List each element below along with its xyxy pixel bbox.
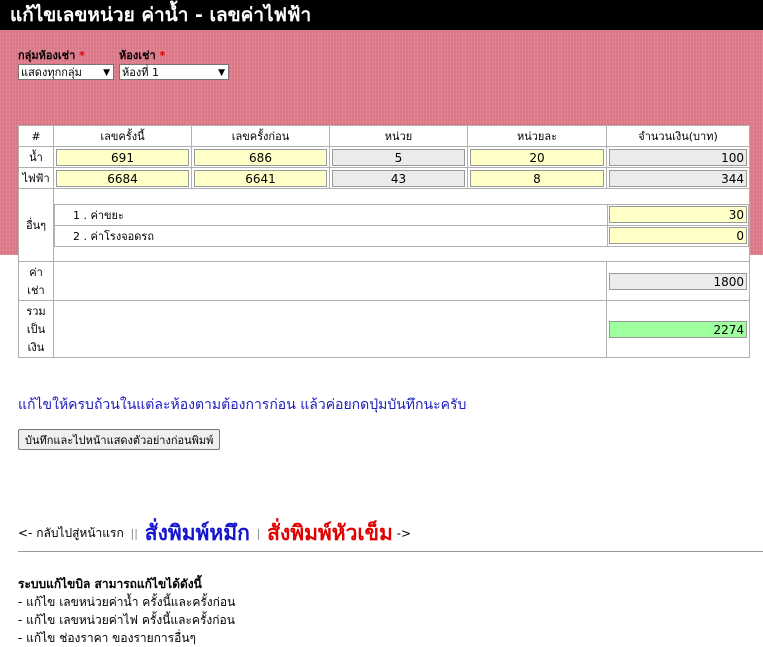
electric-current-input[interactable]: 6684 [56, 169, 189, 187]
header-number: # [18, 125, 54, 147]
room-select[interactable]: ห้องที่ 1 ▼ [119, 64, 229, 80]
header-amount: จำนวนเงิน(บาท) [606, 125, 750, 147]
electric-label: ไฟฟ้า [18, 167, 54, 189]
other-row: อื่นๆ 1 . ค่าขยะ 30 2 . ค่าโรงจอดรถ 0 [18, 188, 750, 262]
header-units: หน่วย [329, 125, 468, 147]
group-label: กลุ่มห้องเช่า * [18, 46, 85, 64]
header-current: เลขครั้งนี้ [53, 125, 192, 147]
list-item: 1 . ค่าขยะ 30 [54, 203, 749, 226]
water-previous-input[interactable]: 686 [194, 148, 327, 166]
group-label-text: กลุ่มห้องเช่า [18, 49, 76, 62]
header-previous: เลขครั้งก่อน [191, 125, 330, 147]
rent-label: ค่าเช่า [18, 261, 54, 301]
back-home-link[interactable]: <- กลับไปสู่หน้าแรก [18, 526, 124, 540]
help-line: - แก้ไข เลขหน่วยค่าน้ำ ครั้งนี้และครั้งก… [18, 595, 236, 609]
rent-spacer [53, 261, 607, 301]
required-mark: * [79, 49, 85, 62]
chevron-down-icon: ▼ [218, 68, 225, 78]
water-rate-input[interactable]: 20 [470, 148, 604, 166]
forward-arrow: -> [396, 526, 412, 541]
rent-amount-field: 1800 [609, 272, 747, 290]
other-item-amount-input[interactable]: 30 [609, 206, 747, 223]
print-navigation: <- กลับไปสู่หน้าแรก || สั่งพิมพ์หมึก | ส… [18, 517, 411, 553]
group-select[interactable]: แสดงทุกกลุ่ม ▼ [18, 64, 114, 80]
other-item-name: 2 . ค่าโรงจอดรถ [54, 224, 608, 247]
nav-separator: || [130, 527, 138, 540]
total-label: รวมเป็นเงิน [18, 300, 54, 358]
divider [18, 551, 763, 552]
other-item-name: 1 . ค่าขยะ [54, 203, 608, 226]
room-select-value: ห้องที่ 1 [122, 66, 159, 79]
electric-rate-input[interactable]: 8 [470, 169, 604, 187]
total-spacer [53, 300, 607, 358]
total-amount-field: 2274 [609, 320, 747, 338]
instruction-text: แก้ไขให้ครบถ้วนในแต่ละห้องตามต้องการก่อน… [18, 397, 467, 413]
list-item: 2 . ค่าโรงจอดรถ 0 [54, 224, 749, 247]
other-item-amount-input[interactable]: 0 [609, 227, 747, 244]
other-items-table: 1 . ค่าขยะ 30 2 . ค่าโรงจอดรถ 0 [54, 203, 749, 247]
page-title: แก้ไขเลขหน่วย ค่าน้ำ - เลขค่าไฟฟ้า [0, 0, 763, 30]
water-current-input[interactable]: 691 [56, 148, 189, 166]
room-label-text: ห้องเช่า [119, 49, 156, 62]
print-inkjet-link[interactable]: สั่งพิมพ์หมึก [145, 521, 250, 545]
water-amount-field: 100 [609, 148, 747, 166]
water-units-field: 5 [332, 148, 465, 166]
electric-previous-input[interactable]: 6641 [194, 169, 327, 187]
water-row: น้ำ 691 686 5 20 100 [18, 146, 750, 168]
chevron-down-icon: ▼ [103, 68, 110, 78]
nav-separator: | [256, 527, 261, 540]
table-header-row: # เลขครั้งนี้ เลขครั้งก่อน หน่วย หน่วยละ… [18, 125, 750, 147]
print-dot-matrix-link[interactable]: สั่งพิมพ์หัวเข็ม [267, 521, 393, 545]
rent-row: ค่าเช่า 1800 [18, 261, 750, 301]
room-label: ห้องเช่า * [119, 46, 165, 64]
group-select-value: แสดงทุกกลุ่ม [21, 66, 82, 79]
other-label: อื่นๆ [18, 188, 54, 262]
electric-units-field: 43 [332, 169, 465, 187]
help-line: - แก้ไข ช่องราคา ของรายการอื่นๆ [18, 631, 196, 645]
bill-table: # เลขครั้งนี้ เลขครั้งก่อน หน่วย หน่วยละ… [18, 125, 750, 358]
help-line: - แก้ไข เลขหน่วยค่าไฟ ครั้งนี้และครั้งก่… [18, 613, 235, 627]
water-label: น้ำ [18, 146, 54, 168]
total-row: รวมเป็นเงิน 2274 [18, 300, 750, 358]
electric-row: ไฟฟ้า 6684 6641 43 8 344 [18, 167, 750, 189]
header-rate: หน่วยละ [467, 125, 607, 147]
help-title: ระบบแก้ไขบิล สามารถแก้ไขได้ดังนี้ [18, 577, 202, 591]
electric-amount-field: 344 [609, 169, 747, 187]
help-section: ระบบแก้ไขบิล สามารถแก้ไขได้ดังนี้ - แก้ไ… [18, 575, 235, 647]
save-and-preview-button[interactable]: บันทึกและไปหน้าแสดงตัวอย่างก่อนพิมพ์ [18, 429, 221, 450]
required-mark: * [159, 49, 166, 62]
